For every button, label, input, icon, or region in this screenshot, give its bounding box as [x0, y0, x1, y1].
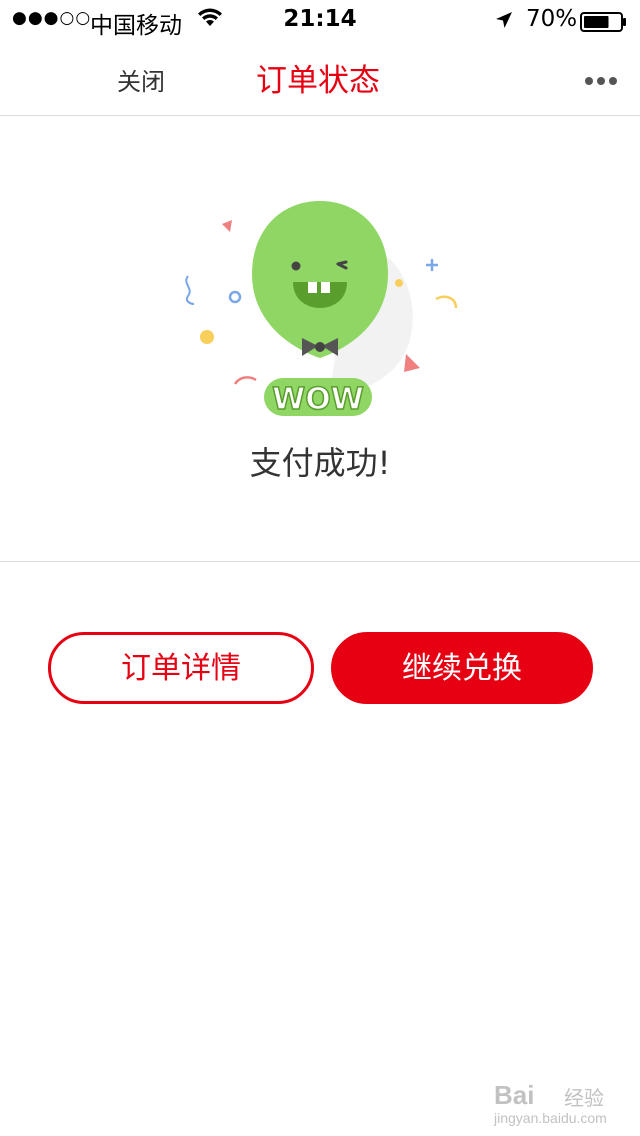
- battery-icon: [580, 10, 626, 32]
- screen: ●●●○○ 中国移动 21:14 70% 关闭 订单状态 WOW 支付成功! 订…: [0, 0, 640, 1136]
- status-bar: ●●●○○ 中国移动 21:14 70%: [0, 0, 640, 40]
- watermark-suffix: 经验: [564, 1086, 604, 1110]
- page-title: 订单状态: [256, 63, 380, 99]
- more-dots-icon[interactable]: [584, 72, 618, 85]
- baidu-jingyan-watermark: Bai 经验 jingyan.baidu.com: [494, 1070, 624, 1130]
- order-details-button[interactable]: 订单详情: [48, 632, 314, 704]
- success-balloon-illustration: WOW: [160, 196, 480, 426]
- navigation-bar: 关闭 订单状态: [0, 40, 640, 116]
- confetti-triangle: [222, 220, 232, 232]
- payment-success-section: WOW 支付成功!: [0, 116, 640, 562]
- watermark-url: jingyan.baidu.com: [494, 1110, 607, 1126]
- watermark-brand: Bai: [494, 1080, 535, 1110]
- continue-exchange-button[interactable]: 继续兑换: [331, 632, 593, 704]
- battery-percent: 70%: [526, 6, 578, 32]
- location-arrow-icon: [494, 8, 514, 36]
- wow-badge-text: WOW: [272, 382, 364, 417]
- payment-success-message: 支付成功!: [249, 444, 391, 482]
- close-button[interactable]: 关闭: [117, 62, 165, 97]
